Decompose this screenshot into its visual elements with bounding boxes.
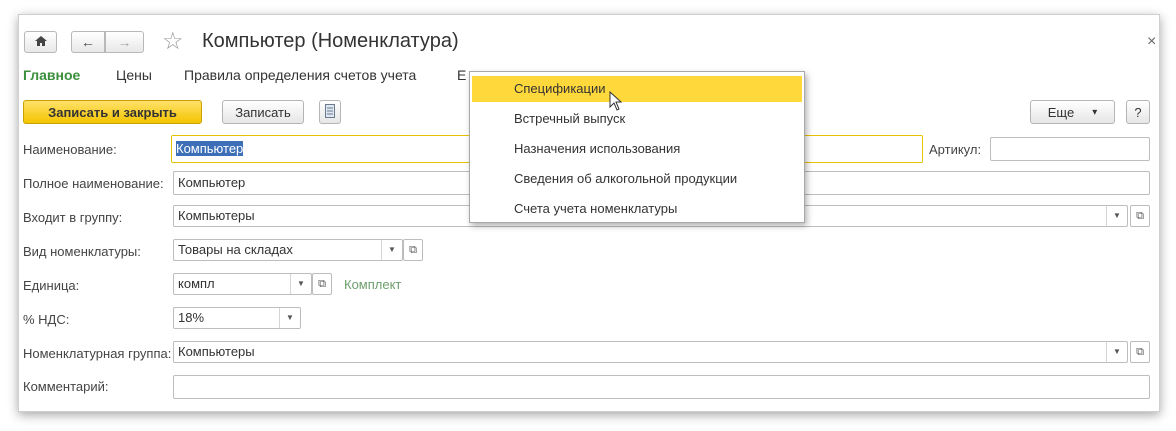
kind-label: Вид номенклатуры:: [23, 244, 141, 259]
tab-account-rules[interactable]: Правила определения счетов учета: [184, 67, 416, 83]
open-link-icon: ⧉: [409, 243, 417, 256]
chevron-down-icon[interactable]: ▼: [1106, 206, 1127, 226]
close-icon[interactable]: ×: [1147, 33, 1156, 51]
chevron-down-icon[interactable]: ▼: [290, 274, 311, 294]
document-list-icon: [325, 103, 335, 121]
open-nomgroup-button[interactable]: ⧉: [1130, 341, 1150, 363]
menu-item-accounting-accounts[interactable]: Счета учета номенклатуры: [472, 196, 802, 222]
open-group-button[interactable]: ⧉: [1130, 205, 1150, 227]
home-icon: [34, 34, 48, 50]
more-label: Еще: [1047, 104, 1075, 120]
kind-value: Товары на складах: [178, 242, 293, 257]
open-link-icon: ⧉: [1136, 345, 1144, 358]
group-label: Входит в группу:: [23, 210, 123, 225]
open-kind-button[interactable]: ⧉: [403, 239, 423, 261]
tab-main[interactable]: Главное: [23, 67, 80, 83]
unit-field[interactable]: компл ▼: [173, 273, 312, 295]
back-button[interactable]: ←: [71, 31, 105, 53]
nomgroup-field[interactable]: Компьютеры ▼: [173, 341, 1128, 363]
vat-field[interactable]: 18% ▼: [173, 307, 301, 329]
name-value: Компьютер: [176, 141, 244, 156]
menu-item-alcohol-info[interactable]: Сведения об алкогольной продукции: [472, 166, 802, 192]
kind-field[interactable]: Товары на складах ▼: [173, 239, 403, 261]
chevron-down-icon[interactable]: ▼: [1106, 342, 1127, 362]
open-unit-button[interactable]: ⧉: [312, 273, 332, 295]
article-label: Артикул:: [929, 142, 982, 157]
comment-label: Комментарий:: [23, 379, 109, 394]
tab-more-truncated[interactable]: Е: [457, 67, 466, 83]
save-button[interactable]: Записать: [222, 100, 304, 124]
name-label: Наименование:: [23, 142, 117, 157]
menu-item-usage-purposes[interactable]: Назначения использования: [472, 136, 802, 162]
nomgroup-label: Номенклатурная группа:: [23, 346, 172, 361]
forward-arrow-icon: →: [117, 34, 132, 50]
forward-button[interactable]: →: [105, 31, 144, 53]
menu-item-counter-release[interactable]: Встречный выпуск: [472, 106, 802, 132]
more-tabs-dropdown-menu: Спецификации Встречный выпуск Назначения…: [469, 71, 805, 223]
fullname-label: Полное наименование:: [23, 176, 164, 191]
chevron-down-icon[interactable]: ▼: [381, 240, 402, 260]
unit-value: компл: [178, 276, 215, 291]
chevron-down-icon: ▾: [1092, 106, 1098, 118]
favorite-star-icon[interactable]: ☆: [162, 27, 184, 56]
tab-prices[interactable]: Цены: [116, 67, 152, 83]
vat-label: % НДС:: [23, 312, 70, 327]
more-button[interactable]: Еще ▾: [1030, 100, 1115, 124]
window-title: Компьютер (Номенклатура): [202, 30, 459, 52]
save-and-close-button[interactable]: Записать и закрыть: [23, 100, 202, 124]
help-button[interactable]: ?: [1126, 100, 1150, 124]
unit-hint: Комплект: [344, 277, 402, 292]
report-button[interactable]: [319, 100, 341, 124]
home-button[interactable]: [24, 31, 57, 53]
open-link-icon: ⧉: [318, 277, 326, 290]
open-link-icon: ⧉: [1136, 209, 1144, 222]
nomgroup-value: Компьютеры: [178, 344, 255, 359]
vat-value: 18%: [178, 310, 205, 325]
group-value: Компьютеры: [178, 208, 255, 223]
unit-label: Единица:: [23, 278, 80, 293]
form-window: ← → ☆ Компьютер (Номенклатура) × Главное…: [18, 14, 1160, 412]
mouse-pointer-icon: [609, 90, 623, 116]
comment-field[interactable]: [173, 375, 1150, 399]
menu-item-specifications[interactable]: Спецификации: [472, 76, 802, 102]
article-field[interactable]: [990, 137, 1150, 161]
back-arrow-icon: ←: [81, 34, 95, 50]
chevron-down-icon[interactable]: ▼: [279, 308, 300, 328]
